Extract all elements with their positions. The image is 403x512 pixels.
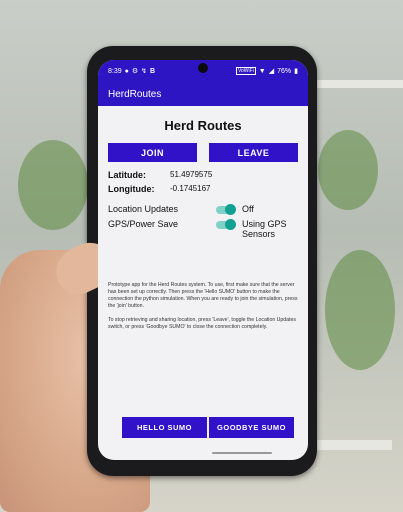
background-plant — [18, 140, 88, 230]
gps-label: GPS/Power Save — [108, 219, 179, 229]
gesture-nav-bar[interactable] — [212, 452, 272, 454]
sumo-button-row: HELLO SUMO GOODBYE SUMO — [122, 417, 294, 438]
goodbye-sumo-button[interactable]: GOODBYE SUMO — [209, 417, 294, 438]
description-paragraph: To stop retrieving and sharing location,… — [108, 317, 296, 331]
phone-screen: 8:39 ● ⚙ ↯ B VoWiFi ▼ ◢ 76% ▮ HerdRoutes… — [98, 60, 308, 460]
join-leave-row: JOIN LEAVE — [108, 143, 298, 162]
longitude-label: Longitude: — [108, 184, 155, 194]
notification-icon: ● — [124, 67, 129, 75]
switch-knob — [225, 219, 236, 230]
gps-switch[interactable] — [216, 219, 236, 230]
background-shelf — [312, 440, 392, 450]
wifi-icon: ▼ — [258, 67, 266, 75]
network-label: VoWiFi — [235, 67, 256, 75]
latitude-label: Latitude: — [108, 170, 146, 180]
latitude-row: Latitude: 51.4979575 — [108, 170, 298, 180]
battery-label: 76% — [277, 67, 292, 75]
longitude-row: Longitude: -0.1745167 — [108, 184, 298, 194]
settings-icon: ⚙ — [131, 68, 139, 75]
join-button[interactable]: JOIN — [108, 143, 197, 162]
hello-sumo-button[interactable]: HELLO SUMO — [122, 417, 207, 438]
gps-row: GPS/Power Save Using GPS Sensors — [108, 219, 298, 239]
gps-state: Using GPS Sensors — [242, 219, 287, 239]
background-plant — [318, 130, 378, 210]
status-time: 8:39 — [108, 67, 122, 75]
description: Prototype app for the Herd Routes system… — [108, 282, 298, 331]
location-updates-row: Location Updates Off — [108, 204, 298, 215]
leave-button[interactable]: LEAVE — [209, 143, 298, 162]
location-updates-switch[interactable] — [216, 204, 236, 215]
switch-knob — [225, 204, 236, 215]
location-updates-label: Location Updates — [108, 204, 179, 214]
app-title: HerdRoutes — [108, 88, 162, 100]
longitude-value: -0.1745167 — [170, 184, 211, 193]
front-camera — [198, 63, 208, 73]
description-paragraph: Prototype app for the Herd Routes system… — [108, 282, 298, 310]
status-letter: B — [150, 67, 156, 75]
app-bar: HerdRoutes — [98, 82, 308, 106]
page-title: Herd Routes — [164, 118, 242, 133]
battery-icon: ▮ — [294, 68, 298, 75]
cell-signal-icon: ◢ — [268, 68, 275, 75]
location-updates-state: Off — [242, 204, 254, 214]
latitude-value: 51.4979575 — [170, 170, 213, 179]
main-content: Herd Routes JOIN LEAVE Latitude: 51.4979… — [98, 118, 308, 331]
background-plant — [325, 250, 395, 370]
signal-icon: ↯ — [141, 68, 148, 75]
